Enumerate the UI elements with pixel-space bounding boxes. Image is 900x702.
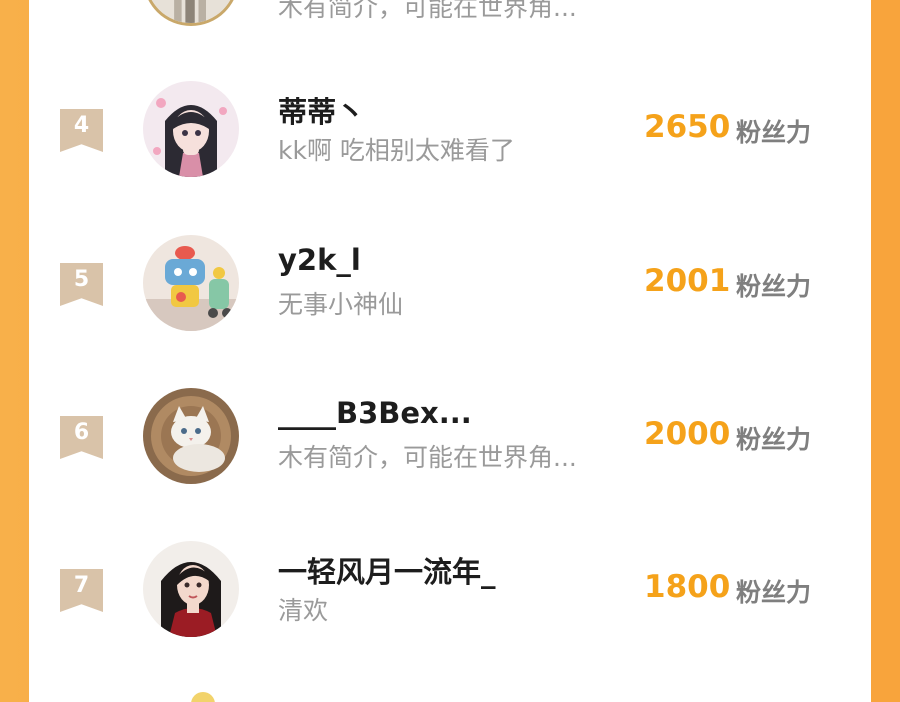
rank-badge: 7: [60, 569, 103, 612]
ranking-row[interactable]: 5 y2k_l 无事小神仙 2001 粉丝力: [29, 235, 871, 345]
user-avatar[interactable]: [143, 388, 239, 484]
user-avatar[interactable]: [143, 235, 239, 331]
user-bio: 木有简介，可能在世界角...: [278, 443, 577, 472]
fan-score-unit: 粉丝力: [736, 272, 812, 301]
fan-score-unit: 粉丝力: [736, 425, 812, 454]
fan-score: 2650: [644, 109, 731, 145]
user-avatar[interactable]: [143, 541, 239, 637]
user-bio: 无事小神仙: [278, 290, 404, 319]
fan-ranking-card: 木有简介，可能在世界角... 4 蒂蒂丶 kk啊 吃相别太难看了 2650 粉丝…: [29, 0, 871, 702]
anime-girl-avatar-icon: [143, 81, 239, 177]
rank-badge: 6: [60, 416, 103, 459]
avatar-image-icon: [146, 0, 236, 23]
user-name[interactable]: y2k_l: [278, 243, 361, 277]
user-avatar[interactable]: [143, 81, 239, 177]
previous-user-bio: 木有简介，可能在世界角...: [278, 0, 577, 22]
rank-number: 7: [73, 573, 90, 598]
rank-badge: 4: [60, 109, 103, 152]
next-avatar-peek: [191, 692, 215, 702]
user-name[interactable]: 一轻风月一流年_: [278, 549, 496, 591]
fan-score: 2000: [644, 416, 731, 452]
previous-user-avatar[interactable]: [143, 0, 239, 26]
rank-number: 4: [73, 113, 90, 138]
fan-score: 1800: [644, 569, 731, 605]
kitten-avatar-icon: [143, 388, 239, 484]
user-name[interactable]: ____B3Bex...: [278, 396, 472, 430]
user-bio: kk啊 吃相别太难看了: [278, 136, 515, 165]
ranking-row[interactable]: 7 一轻风月一流年_ 清欢 1800 粉丝力: [29, 541, 871, 651]
rank-number: 5: [73, 267, 90, 292]
fan-score-unit: 粉丝力: [736, 118, 812, 147]
fan-score: 2001: [644, 263, 731, 299]
rank-badge: 5: [60, 263, 103, 306]
toy-robot-avatar-icon: [143, 235, 239, 331]
ranking-row[interactable]: 6 ____B3Bex... 木有简介，可能在世界角... 2000 粉丝力: [29, 388, 871, 498]
rank-number: 6: [73, 420, 90, 445]
user-name[interactable]: 蒂蒂丶: [278, 89, 365, 131]
woman-portrait-avatar-icon: [143, 541, 239, 637]
fan-score-unit: 粉丝力: [736, 578, 812, 607]
ranking-row[interactable]: 4 蒂蒂丶 kk啊 吃相别太难看了 2650 粉丝力: [29, 81, 871, 191]
user-bio: 清欢: [278, 596, 329, 625]
